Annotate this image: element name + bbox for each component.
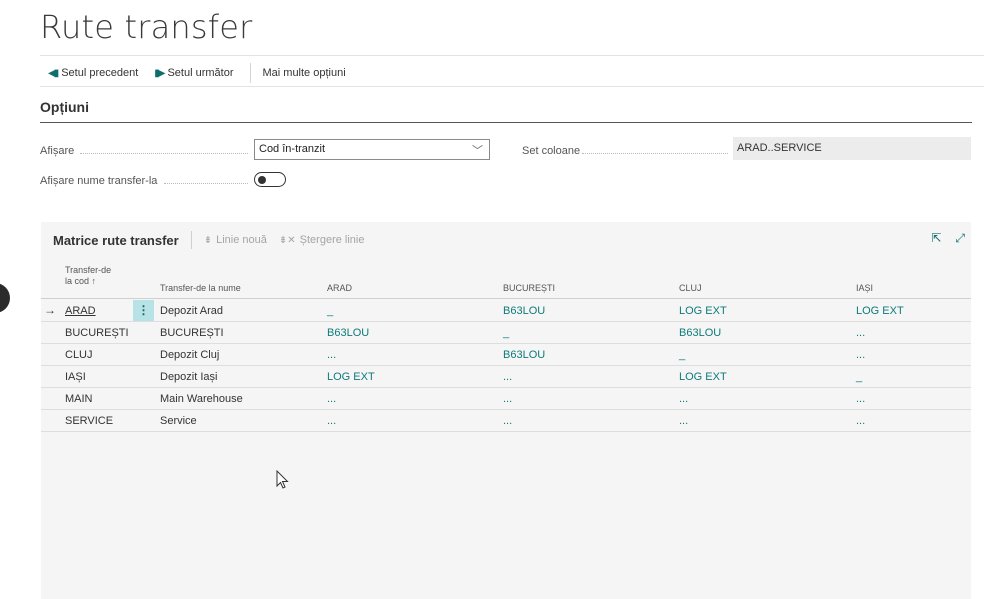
new-line-icon: ⇟ xyxy=(203,234,213,246)
table-row[interactable]: CLUJ Depozit Cluj ... B63LOU _ ... xyxy=(41,344,971,366)
row-code[interactable]: ARAD xyxy=(65,305,96,317)
row-name[interactable]: Service xyxy=(160,415,197,427)
toggle-knob xyxy=(258,175,266,184)
row-actions-button[interactable]: ⋮ xyxy=(133,300,154,321)
row-code[interactable]: CLUJ xyxy=(65,349,93,361)
matrix-header: Matrice rute transfer ⇟ Linie nouă ⇟✕ Șt… xyxy=(53,230,376,250)
column-set-label: Set coloane xyxy=(522,145,581,157)
next-set-label: Setul următor xyxy=(167,67,234,79)
field-leader xyxy=(164,183,248,184)
previous-set-label: Setul precedent xyxy=(61,67,139,79)
row-name[interactable]: BUCUREȘTI xyxy=(160,327,224,339)
divider xyxy=(40,86,984,87)
new-line-button[interactable]: ⇟ Linie nouă xyxy=(204,234,267,246)
next-set-icon: ▮▶ xyxy=(154,67,165,79)
column-set-field[interactable]: ARAD..SERVICE xyxy=(733,137,971,160)
table-row[interactable]: BUCUREȘTI BUCUREȘTI B63LOU _ B63LOU ... xyxy=(41,322,971,344)
cell-bucuresti[interactable]: ... xyxy=(503,393,512,405)
row-arrow-icon: → xyxy=(44,303,56,317)
cell-bucuresti[interactable]: ... xyxy=(503,371,512,383)
cell-bucuresti[interactable]: B63LOU xyxy=(503,349,545,361)
header-code-line1: Transfer-de xyxy=(65,265,112,275)
cell-bucuresti[interactable]: B63LOU xyxy=(503,305,545,317)
matrix-title[interactable]: Matrice rute transfer xyxy=(53,233,179,248)
cell-bucuresti[interactable]: ... xyxy=(503,415,512,427)
divider xyxy=(40,55,984,56)
chevron-down-icon: ﹀ xyxy=(472,145,483,157)
matrix-panel: Matrice rute transfer ⇟ Linie nouă ⇟✕ Șt… xyxy=(41,222,971,599)
show-name-label: Afișare nume transfer-la xyxy=(40,175,158,187)
header-divider xyxy=(41,298,971,299)
cell-cluj[interactable]: ... xyxy=(679,393,688,405)
delete-line-icon: ⇟✕ xyxy=(278,234,296,246)
show-name-toggle[interactable] xyxy=(254,172,286,187)
expand-icon[interactable]: ⤢ xyxy=(955,231,965,246)
action-bar: ◀▮ Setul precedent ▮▶ Setul următor Mai … xyxy=(48,62,362,84)
row-code[interactable]: BUCUREȘTI xyxy=(65,327,129,339)
delete-line-button[interactable]: ⇟✕ Ștergere linie xyxy=(279,234,365,246)
new-line-label: Linie nouă xyxy=(216,234,267,246)
previous-set-icon: ◀▮ xyxy=(48,67,59,79)
section-divider xyxy=(40,122,972,123)
panel-icons: ⇱ ⤢ xyxy=(917,231,965,246)
page-title: Rute transfer xyxy=(40,8,253,46)
header-code-line2: la cod ↑ xyxy=(65,276,97,286)
side-handle[interactable] xyxy=(0,283,10,313)
share-icon[interactable]: ⇱ xyxy=(931,231,941,246)
display-select[interactable]: Cod în-tranzit ﹀ xyxy=(254,139,490,160)
cell-bucuresti[interactable]: _ xyxy=(503,327,509,339)
page: Rute transfer ◀▮ Setul precedent ▮▶ Setu… xyxy=(0,0,1000,599)
row-name[interactable]: Depozit Cluj xyxy=(160,349,219,361)
cell-arad[interactable]: LOG EXT xyxy=(327,371,375,383)
cell-arad[interactable]: _ xyxy=(327,305,333,317)
more-options-label: Mai multe opțiuni xyxy=(262,67,346,79)
row-code[interactable]: IAȘI xyxy=(65,371,86,383)
cell-iasi[interactable]: _ xyxy=(856,371,862,383)
cell-cluj[interactable]: LOG EXT xyxy=(679,371,727,383)
row-code[interactable]: MAIN xyxy=(65,393,93,405)
column-header-cluj[interactable]: CLUJ xyxy=(679,283,702,294)
previous-set-button[interactable]: ◀▮ Setul precedent xyxy=(48,67,138,79)
column-header-code[interactable]: Transfer-de la cod ↑ xyxy=(65,265,111,287)
table-row[interactable]: → ARAD ⋮ Depozit Arad _ B63LOU LOG EXT L… xyxy=(41,300,971,322)
field-leader xyxy=(582,153,728,154)
column-set-value: ARAD..SERVICE xyxy=(737,142,822,154)
header-separator xyxy=(190,231,192,249)
options-section-title[interactable]: Opțiuni xyxy=(40,99,89,115)
column-header-name[interactable]: Transfer-de la nume xyxy=(160,283,241,294)
cell-iasi[interactable]: ... xyxy=(856,393,865,405)
column-header-bucuresti[interactable]: BUCUREȘTI xyxy=(503,283,555,294)
cell-arad[interactable]: B63LOU xyxy=(327,327,369,339)
table-row[interactable]: IAȘI Depozit Iași LOG EXT ... LOG EXT _ xyxy=(41,366,971,388)
cell-iasi[interactable]: ... xyxy=(856,349,865,361)
table-row[interactable]: MAIN Main Warehouse ... ... ... ... xyxy=(41,388,971,410)
table-row[interactable]: SERVICE Service ... ... ... ... xyxy=(41,410,971,432)
mouse-cursor-icon xyxy=(276,470,289,489)
cell-arad[interactable]: ... xyxy=(327,349,336,361)
cell-iasi[interactable]: ... xyxy=(856,415,865,427)
cell-cluj[interactable]: ... xyxy=(679,415,688,427)
column-header-iasi[interactable]: IAȘI xyxy=(856,283,873,294)
row-name[interactable]: Depozit Iași xyxy=(160,371,217,383)
cell-cluj[interactable]: B63LOU xyxy=(679,327,721,339)
more-options-button[interactable]: Mai multe opțiuni xyxy=(263,67,346,79)
row-code[interactable]: SERVICE xyxy=(65,415,113,427)
cell-arad[interactable]: ... xyxy=(327,393,336,405)
cell-cluj[interactable]: _ xyxy=(679,349,685,361)
row-name[interactable]: Depozit Arad xyxy=(160,305,223,317)
next-set-button[interactable]: ▮▶ Setul următor xyxy=(154,67,233,79)
cell-iasi[interactable]: ... xyxy=(856,327,865,339)
cell-cluj[interactable]: LOG EXT xyxy=(679,305,727,317)
action-separator xyxy=(249,63,251,83)
field-leader xyxy=(80,153,248,154)
display-label: Afișare xyxy=(40,145,75,157)
row-name[interactable]: Main Warehouse xyxy=(160,393,243,405)
column-header-arad[interactable]: ARAD xyxy=(327,283,352,294)
delete-line-label: Ștergere linie xyxy=(299,234,365,246)
display-select-value: Cod în-tranzit xyxy=(259,143,326,155)
cell-iasi[interactable]: LOG EXT xyxy=(856,305,904,317)
cell-arad[interactable]: ... xyxy=(327,415,336,427)
